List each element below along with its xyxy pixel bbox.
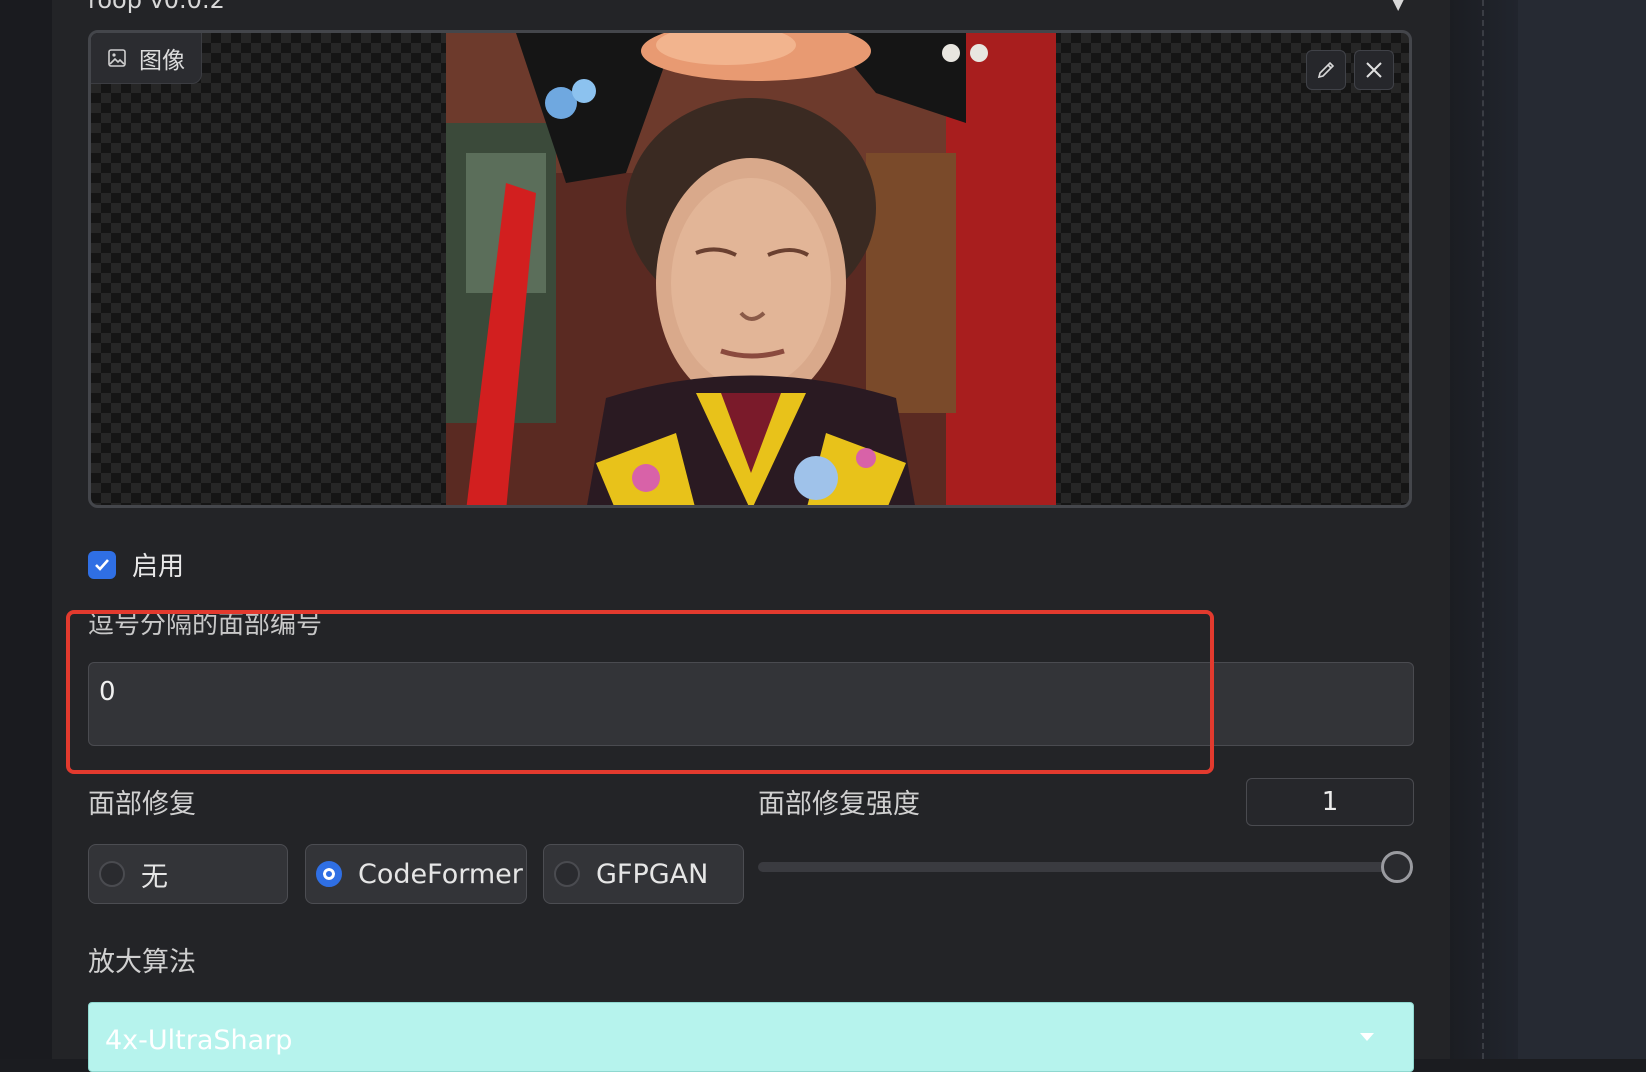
clear-image-button[interactable] <box>1354 50 1394 90</box>
source-image-box[interactable]: 图像 <box>88 30 1412 508</box>
upscaler-label: 放大算法 <box>88 947 196 978</box>
restore-strength-number-input[interactable]: 1 <box>1246 778 1414 826</box>
restore-strength-slider-thumb[interactable] <box>1381 851 1413 883</box>
face-index-label: 逗号分隔的面部编号 <box>88 610 323 640</box>
source-image <box>446 33 1056 505</box>
right-column <box>1518 0 1646 1059</box>
radio-button-selected[interactable] <box>316 861 342 887</box>
option-label: GFPGAN <box>596 858 709 890</box>
upscaler-select[interactable]: 4x-UltraSharp <box>88 1002 1414 1072</box>
face-restore-option-gfpgan[interactable]: GFPGAN <box>543 844 744 904</box>
enable-label: 启用 <box>132 552 185 582</box>
enable-row[interactable]: 启用 <box>88 546 184 583</box>
restore-strength-label: 面部修复强度 <box>758 789 920 820</box>
image-label: 图像 <box>139 48 185 74</box>
left-background <box>0 0 52 1059</box>
dropdown-caret-icon[interactable] <box>1358 1031 1376 1043</box>
face-restore-option-none[interactable]: 无 <box>88 844 288 904</box>
checkmark-icon <box>95 558 109 571</box>
edit-image-button[interactable] <box>1306 50 1346 90</box>
radio-button[interactable] <box>99 861 125 887</box>
image-label-tag: 图像 <box>91 33 202 84</box>
face-restore-option-codeformer[interactable]: CodeFormer <box>305 844 527 904</box>
resize-divider[interactable] <box>1482 0 1484 1059</box>
radio-button[interactable] <box>554 861 580 887</box>
edit-icon <box>1317 61 1335 79</box>
option-label: CodeFormer <box>358 858 523 890</box>
restore-strength-slider-track[interactable] <box>758 862 1398 872</box>
option-label: 无 <box>141 861 168 893</box>
accordion-caret-icon[interactable]: ▼ <box>1392 0 1404 13</box>
image-icon <box>108 49 126 67</box>
face-restore-label: 面部修复 <box>88 789 196 820</box>
accordion-title[interactable]: roop v0.0.2 <box>88 0 225 14</box>
face-index-input[interactable]: 0 <box>88 662 1414 746</box>
enable-checkbox[interactable] <box>88 550 116 579</box>
close-icon <box>1366 62 1382 78</box>
